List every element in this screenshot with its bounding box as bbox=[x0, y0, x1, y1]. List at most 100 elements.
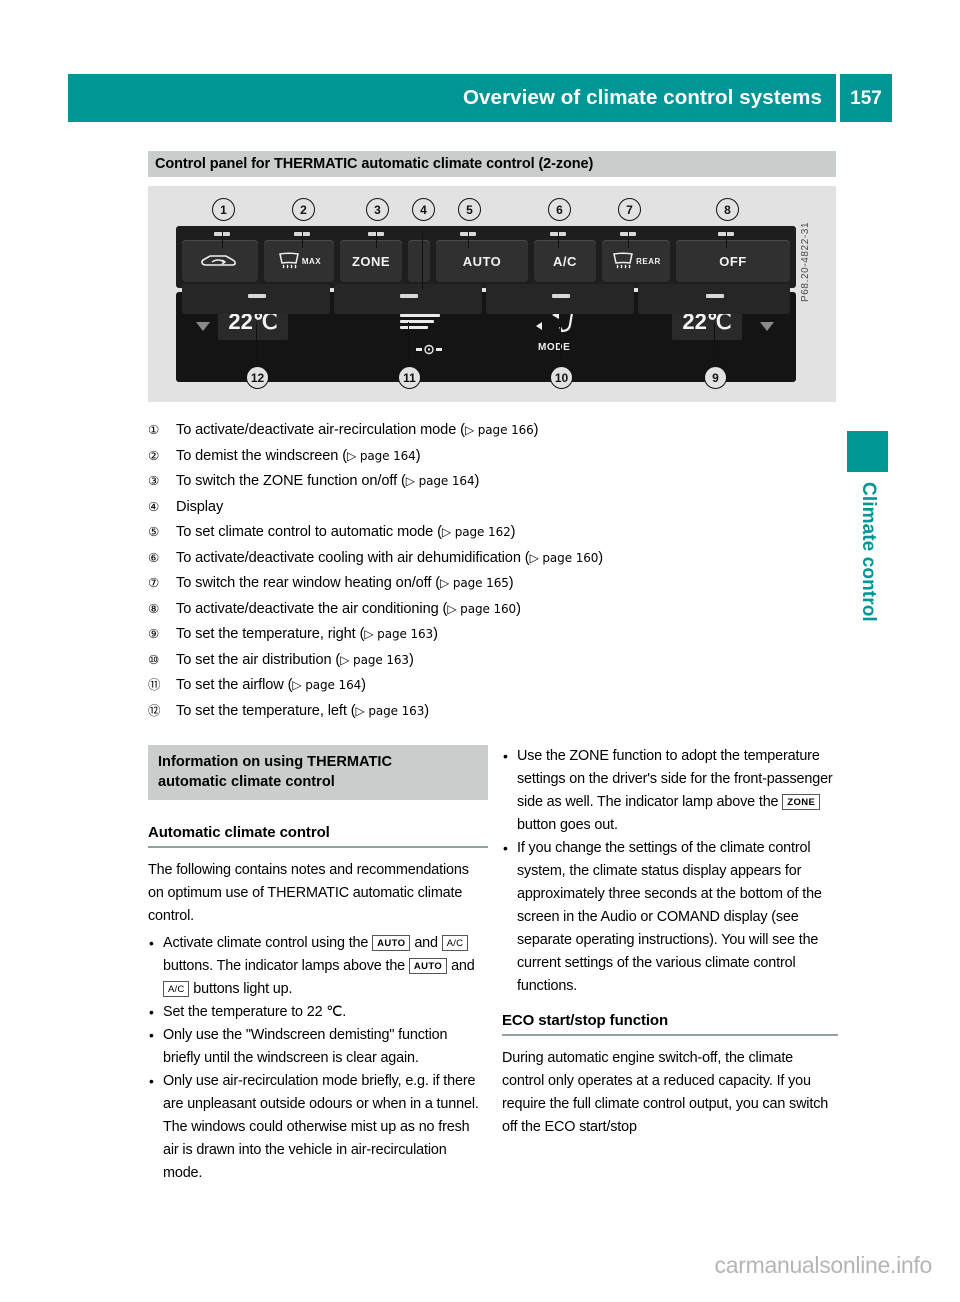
legend-marker: ② bbox=[148, 447, 160, 463]
keycap-zone: ZONE bbox=[782, 794, 821, 810]
list-item: Use the ZONE function to adopt the tempe… bbox=[502, 745, 838, 837]
keycap-auto-2: AUTO bbox=[408, 957, 448, 974]
page-number-box: 157 bbox=[840, 74, 892, 122]
list-item: If you change the settings of the climat… bbox=[502, 837, 838, 998]
legend-item: ⑩ To set the air distribution (▷ page 163… bbox=[148, 648, 838, 672]
side-tab: Climate control bbox=[847, 482, 888, 682]
legend-text: To activate/deactivate the air condition… bbox=[176, 600, 521, 617]
legend-item: ① To activate/deactivate air-recirculatio… bbox=[148, 418, 838, 442]
legend-text: To set the air distribution (▷ page 163) bbox=[176, 651, 414, 668]
legend-text: To switch the ZONE function on/off (▷ pa… bbox=[176, 473, 480, 489]
legend-item: ⑧ To activate/deactivate the air conditio… bbox=[148, 597, 838, 621]
button-rear-window-heating[interactable]: REAR bbox=[602, 240, 670, 282]
button-auto-label: AUTO bbox=[462, 253, 502, 269]
temp-right-down-arrow[interactable] bbox=[760, 322, 774, 331]
rocker-lamp-11 bbox=[400, 294, 418, 298]
keycap-ac: A/C bbox=[441, 934, 469, 951]
legend-marker: ⑩ bbox=[148, 651, 160, 667]
legend-marker: ④ bbox=[148, 498, 160, 514]
heading-eco-start-stop: ECO start/stop function bbox=[502, 1012, 669, 1029]
column-spacer bbox=[502, 998, 838, 1010]
callout-12: 12 bbox=[246, 366, 269, 389]
button-off-label: OFF bbox=[719, 253, 747, 269]
page-header: Overview of climate control systems 157 bbox=[68, 74, 892, 122]
button-windscreen-demist[interactable]: MAX bbox=[264, 240, 334, 282]
heading-rule-eco bbox=[502, 1034, 838, 1036]
legend-text: To switch the rear window heating on/off… bbox=[176, 575, 514, 591]
rocker-temperature-left[interactable] bbox=[182, 284, 330, 314]
callout-4: 4 bbox=[412, 198, 435, 221]
callout-10: 10 bbox=[550, 366, 573, 389]
leader-6 bbox=[558, 232, 559, 248]
rocker-air-distribution[interactable] bbox=[486, 284, 634, 314]
leader-3 bbox=[376, 232, 377, 248]
control-panel-figure: MAX ZONE AUTO A/C REAR OFF 22℃ MODE 22℃ … bbox=[148, 186, 836, 402]
legend-text: To set the airflow (▷ page 164) bbox=[176, 677, 366, 693]
legend-text: To demist the windscreen (▷ page 164) bbox=[176, 447, 421, 464]
callout-2: 2 bbox=[292, 198, 315, 221]
legend-item: ⑥ To activate/deactivate cooling with air… bbox=[148, 546, 838, 570]
button-zone-label: ZONE bbox=[351, 253, 391, 269]
callout-6: 6 bbox=[548, 198, 571, 221]
legend-text: To set climate control to automatic mode… bbox=[176, 524, 516, 540]
header-title-bar: Overview of climate control systems bbox=[68, 74, 836, 122]
button-ac-label: A/C bbox=[553, 253, 577, 269]
legend-item: ④ Display bbox=[148, 495, 838, 519]
legend-marker: ⑥ bbox=[148, 549, 160, 565]
leader-2 bbox=[302, 232, 303, 248]
car-recirculation-icon bbox=[201, 255, 236, 266]
button-zone[interactable]: ZONE bbox=[340, 240, 402, 282]
list-item: Activate climate control using the AUTO … bbox=[148, 932, 488, 1001]
legend-marker: ⑫ bbox=[148, 702, 161, 718]
leader-8 bbox=[726, 232, 727, 248]
keycap-ac-2: A/C bbox=[163, 980, 190, 997]
legend-item: ③ To switch the ZONE function on/off (▷ p… bbox=[148, 469, 838, 493]
legend-text: Display bbox=[176, 498, 224, 515]
side-tab-label: Climate control bbox=[857, 482, 879, 622]
legend-marker: ③ bbox=[148, 473, 160, 488]
legend-item: ⑦ To switch the rear window heating on/of… bbox=[148, 571, 838, 595]
callout-3: 3 bbox=[366, 198, 389, 221]
callout-9: 9 bbox=[704, 366, 727, 389]
windscreen-defrost-icon bbox=[278, 252, 299, 269]
legend-item: ⑪ To set the airflow (▷ page 164) bbox=[148, 673, 838, 697]
rocker-lamp-10 bbox=[552, 294, 570, 298]
right-bullet-list: Use the ZONE function to adopt the tempe… bbox=[502, 745, 838, 998]
callout-5: 5 bbox=[458, 198, 481, 221]
button-ac[interactable]: A/C bbox=[534, 240, 596, 282]
callout-11: 11 bbox=[398, 366, 421, 389]
rocker-airflow[interactable] bbox=[334, 284, 482, 314]
button-blank[interactable] bbox=[408, 240, 430, 282]
body-column-right: Use the ZONE function to adopt the tempe… bbox=[502, 745, 838, 1143]
list-item: Set the temperature to 22 ℃. bbox=[148, 1001, 488, 1024]
temp-left-down-arrow[interactable] bbox=[196, 322, 210, 331]
legend-item: ⑤ To set climate control to automatic mod… bbox=[148, 520, 838, 544]
rocker-temperature-right[interactable] bbox=[638, 284, 790, 314]
rocker-lamp-9 bbox=[706, 294, 724, 298]
rocker-lamp-12 bbox=[248, 294, 266, 298]
site-watermark: carmanualsonline.info bbox=[714, 1252, 933, 1278]
button-demist-max-label: MAX bbox=[301, 256, 322, 266]
info-box-line2: automatic climate control bbox=[158, 774, 335, 790]
page-number: 157 bbox=[850, 87, 882, 109]
list-item: Only use the "Windscreen demisting" func… bbox=[148, 1024, 488, 1070]
legend-marker: ⑦ bbox=[148, 575, 160, 590]
button-off[interactable]: OFF bbox=[676, 240, 790, 282]
side-tab-marker bbox=[847, 431, 888, 472]
rear-window-defrost-icon bbox=[613, 252, 634, 269]
leader-5 bbox=[468, 232, 469, 248]
legend-text: To activate/deactivate air-recirculation… bbox=[176, 422, 539, 438]
legend-text: To set the temperature, left (▷ page 163… bbox=[176, 702, 430, 719]
legend-text: To activate/deactivate cooling with air … bbox=[176, 549, 604, 566]
button-rear-label: REAR bbox=[636, 256, 661, 266]
legend-marker: ⑧ bbox=[148, 600, 160, 616]
button-auto[interactable]: AUTO bbox=[436, 240, 528, 282]
legend-item: ② To demist the windscreen (▷ page 164) bbox=[148, 444, 838, 468]
info-box-line1: Information on using THERMATIC bbox=[158, 754, 393, 770]
figure-legend-list: ① To activate/deactivate air-recirculatio… bbox=[148, 418, 838, 724]
legend-marker: ⑤ bbox=[148, 524, 160, 539]
button-air-recirculation[interactable] bbox=[182, 240, 258, 282]
heading-rule bbox=[148, 846, 488, 848]
leader-1 bbox=[222, 232, 223, 248]
leader-4 bbox=[422, 232, 423, 290]
